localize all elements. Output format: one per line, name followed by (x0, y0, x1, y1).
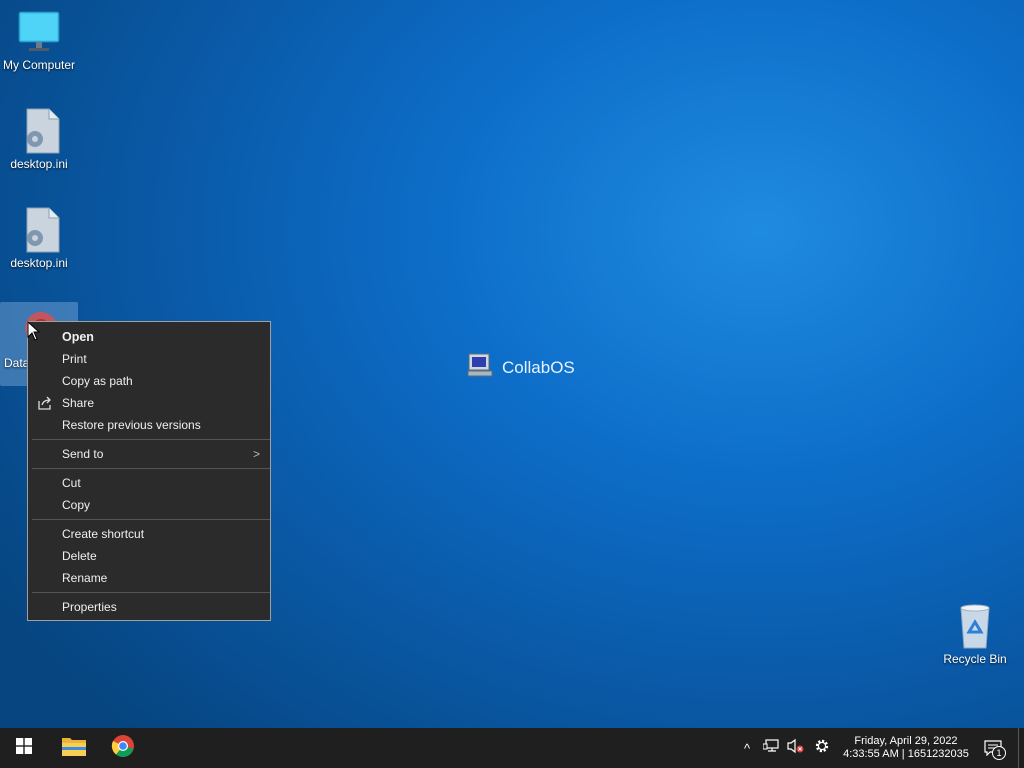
menu-item-copy[interactable]: Copy (28, 494, 270, 516)
recycle-bin-icon (951, 602, 999, 650)
network-button[interactable] (760, 728, 782, 768)
taskbar: ^ Friday, April 29, 2022 4:33:55 AM | 16… (0, 728, 1024, 768)
desktop-icon-label: desktop.ini (10, 157, 68, 171)
collabos-branding: CollabOS (466, 351, 575, 384)
menu-item-label: Rename (62, 571, 108, 585)
volume-button[interactable] (784, 728, 806, 768)
menu-item-label: Copy (62, 498, 91, 512)
gear-icon (814, 738, 830, 759)
chrome-icon (111, 734, 135, 763)
notification-count-badge: 1 (992, 746, 1006, 760)
clock-date: Friday, April 29, 2022 (854, 735, 958, 747)
desktop-icon-label: desktop.ini (10, 256, 68, 270)
menu-item-delete[interactable]: Delete (28, 545, 270, 567)
menu-item-label: Create shortcut (62, 527, 145, 541)
menu-item-properties[interactable]: Properties (28, 596, 270, 618)
taskbar-clock[interactable]: Friday, April 29, 2022 4:33:55 AM | 1651… (838, 735, 974, 761)
settings-file-icon (15, 206, 63, 254)
settings-button[interactable] (810, 728, 834, 768)
menu-item-cut[interactable]: Cut (28, 472, 270, 494)
file-explorer-button[interactable] (50, 728, 98, 768)
volume-muted-icon (786, 738, 804, 759)
share-icon (37, 395, 53, 411)
menu-item-rename[interactable]: Rename (28, 567, 270, 589)
chevron-right-icon: > (252, 447, 260, 461)
menu-item-label: Print (62, 352, 87, 366)
menu-separator (32, 592, 270, 593)
menu-item-label: Properties (62, 600, 117, 614)
show-hidden-icons-button[interactable]: ^ (737, 728, 757, 768)
menu-item-label: Share (62, 396, 95, 410)
menu-item-label: Delete (62, 549, 97, 563)
chrome-button[interactable] (99, 728, 147, 768)
menu-item-label: Cut (62, 476, 81, 490)
computer-logo-icon (466, 351, 494, 384)
start-button[interactable] (0, 728, 48, 768)
menu-item-label: Send to (62, 447, 104, 461)
desktop-icon-desktop-ini-1[interactable]: desktop.ini (0, 107, 78, 171)
monitor-icon (15, 8, 63, 56)
chevron-up-icon: ^ (743, 740, 751, 756)
desktop-icon-recycle-bin[interactable]: Recycle Bin (936, 602, 1014, 666)
menu-item-create-shortcut[interactable]: Create shortcut (28, 523, 270, 545)
collabos-label: CollabOS (502, 357, 575, 377)
menu-item-open[interactable]: Open (28, 326, 270, 348)
show-desktop-button[interactable] (1018, 728, 1024, 768)
menu-item-label: Open (62, 330, 94, 344)
menu-item-label: Copy as path (62, 374, 133, 388)
menu-item-print[interactable]: Print (28, 348, 270, 370)
menu-item-restore-previous-versions[interactable]: Restore previous versions (28, 414, 270, 436)
desktop-icon-desktop-ini-2[interactable]: desktop.ini (0, 206, 78, 270)
settings-file-icon (15, 107, 63, 155)
windows-logo-icon (16, 737, 32, 759)
menu-separator (32, 439, 270, 440)
menu-item-copy-as-path[interactable]: Copy as path (28, 370, 270, 392)
menu-item-label: Restore previous versions (62, 418, 201, 432)
network-icon (762, 738, 779, 758)
clock-time: 4:33:55 AM | 1651232035 (843, 748, 969, 760)
notification-icon: 1 (984, 740, 1006, 760)
mouse-cursor-icon (27, 320, 41, 341)
desktop-icon-label: Recycle Bin (943, 652, 1007, 666)
desktop-icon-label: My Computer (2, 58, 76, 72)
menu-item-send-to[interactable]: Send to > (28, 443, 270, 465)
menu-separator (32, 519, 270, 520)
notification-center-button[interactable]: 1 (978, 728, 1008, 768)
menu-item-share[interactable]: Share (28, 392, 270, 414)
context-menu: Open Print Copy as path Share Restore pr… (27, 321, 271, 621)
folder-icon (61, 735, 87, 762)
menu-separator (32, 468, 270, 469)
desktop-icon-my-computer[interactable]: My Computer (0, 8, 78, 72)
